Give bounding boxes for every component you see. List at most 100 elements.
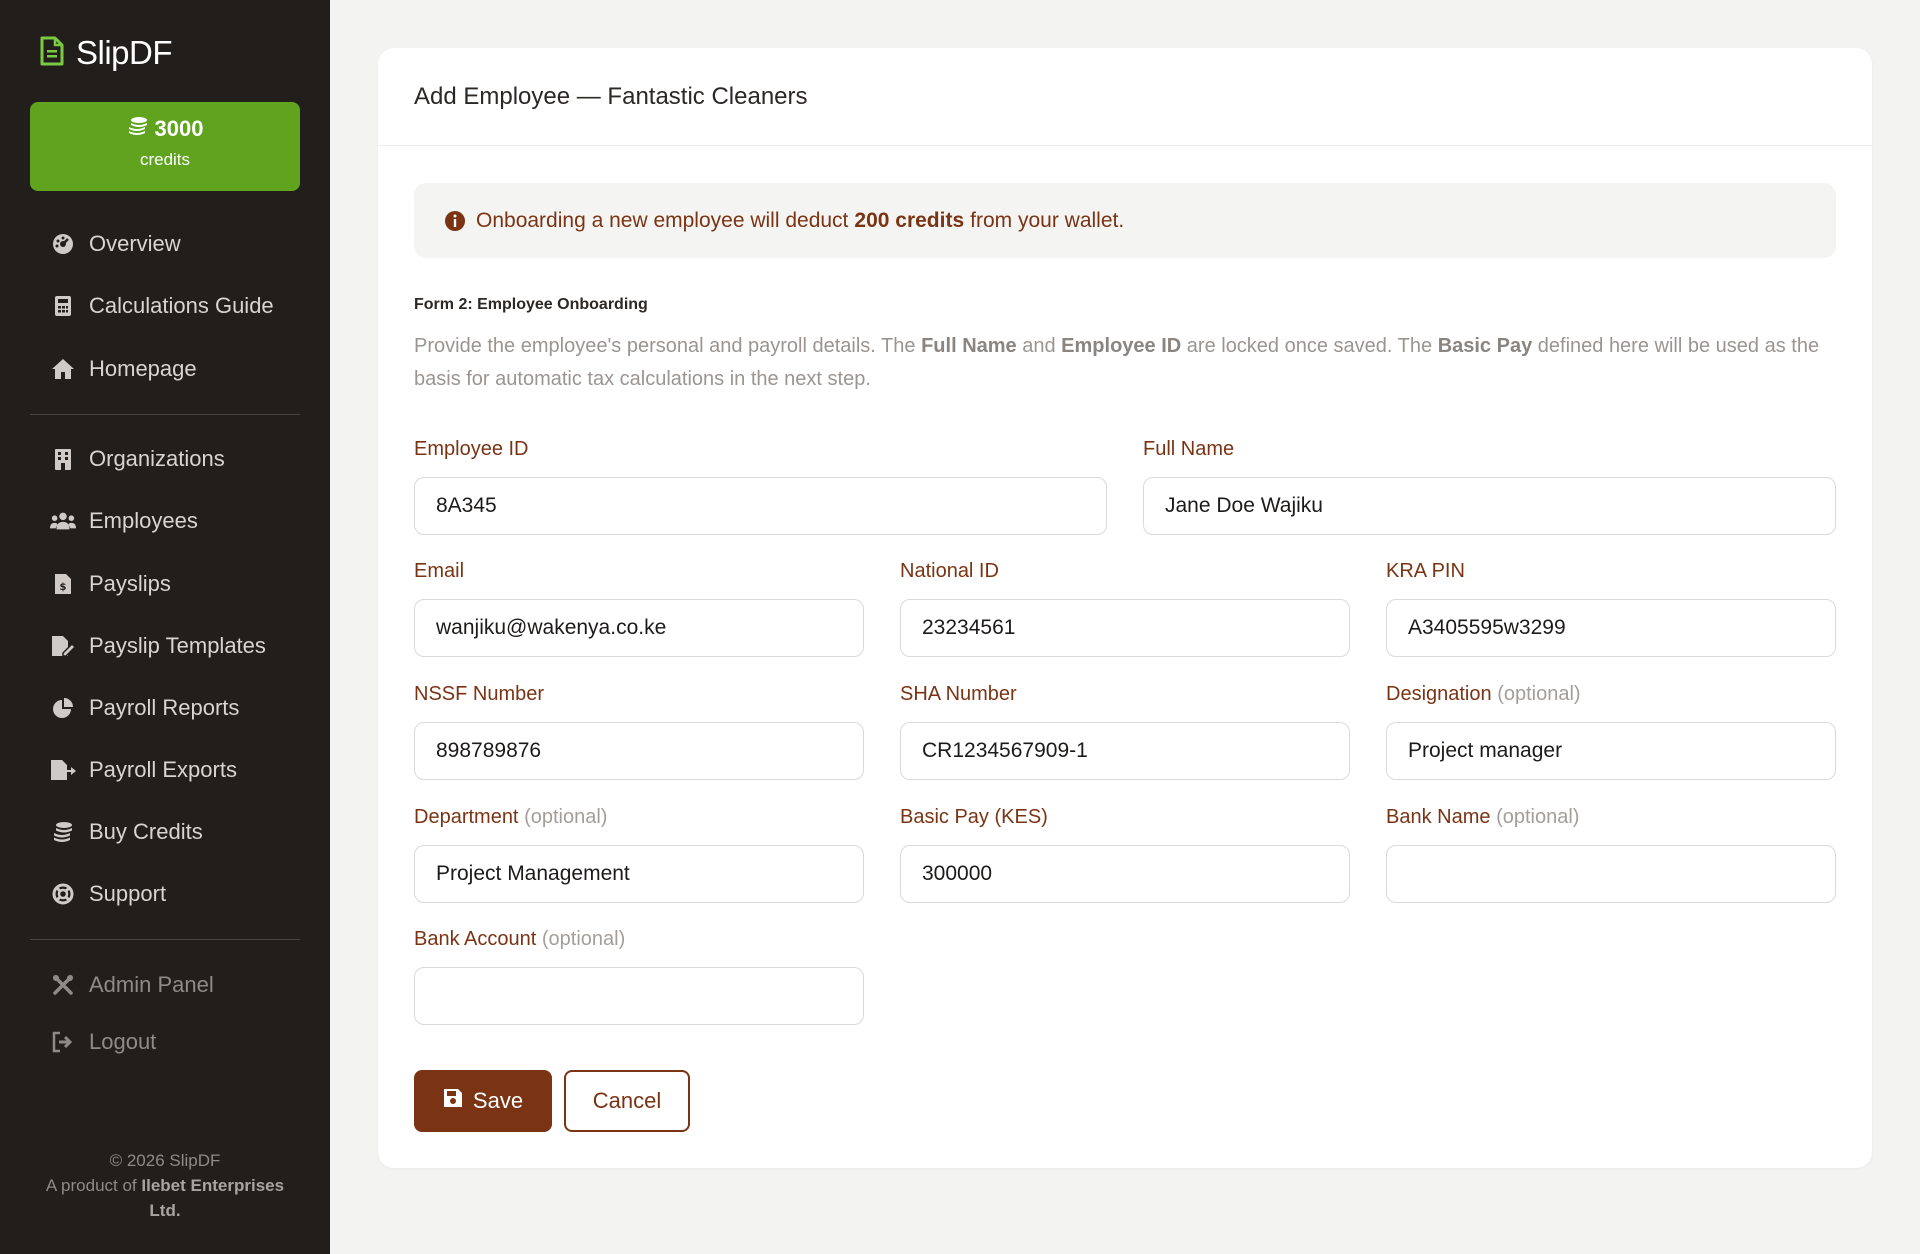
sidebar-item-admin-panel[interactable]: Admin Panel bbox=[50, 970, 214, 1000]
save-label: Save bbox=[472, 1088, 524, 1113]
full-name-input[interactable]: Jane Doe Wajiku bbox=[1143, 477, 1836, 535]
nssf-number-field: NSSF Number 898789876 bbox=[414, 683, 864, 780]
tools-icon bbox=[50, 972, 76, 998]
employee-id-field: Employee ID 8A345 bbox=[414, 438, 1107, 535]
sidebar-divider bbox=[30, 414, 300, 415]
credits-amount: 3000 bbox=[154, 116, 204, 141]
designation-input[interactable]: Project manager bbox=[1386, 722, 1836, 780]
cancel-button[interactable]: Cancel bbox=[564, 1070, 690, 1132]
credit-notice: Onboarding a new employee will deduct 20… bbox=[414, 183, 1836, 258]
field-label: KRA PIN bbox=[1386, 560, 1465, 582]
users-icon bbox=[50, 508, 76, 534]
optional-hint: (optional) bbox=[1496, 806, 1580, 828]
email-input[interactable]: wanjiku@wakenya.co.ke bbox=[414, 599, 864, 657]
sidebar-item-label: Payslips bbox=[89, 571, 171, 596]
sidebar-item-overview[interactable]: Overview bbox=[50, 229, 181, 259]
optional-hint: (optional) bbox=[524, 806, 608, 828]
document-icon bbox=[40, 36, 64, 71]
save-button[interactable]: Save bbox=[414, 1070, 552, 1132]
field-label: Designation (optional) bbox=[1386, 683, 1581, 705]
info-icon bbox=[444, 210, 466, 232]
sidebar: SlipDF 3000 credits Overview Calculation… bbox=[0, 0, 330, 1254]
sidebar-item-payroll-reports[interactable]: Payroll Reports bbox=[50, 693, 239, 723]
sidebar-item-label: Support bbox=[89, 881, 167, 906]
sidebar-item-label: Admin Panel bbox=[89, 972, 214, 997]
employee-id-input[interactable]: 8A345 bbox=[414, 477, 1107, 535]
sidebar-item-label: Logout bbox=[89, 1029, 157, 1054]
sidebar-item-payroll-exports[interactable]: Payroll Exports bbox=[50, 755, 237, 785]
optional-hint: (optional) bbox=[1497, 683, 1581, 705]
sidebar-item-label: Calculations Guide bbox=[89, 293, 274, 318]
sidebar-item-homepage[interactable]: Homepage bbox=[50, 354, 197, 384]
credits-badge[interactable]: 3000 credits bbox=[30, 102, 300, 191]
product-credit: A product of Ilebet Enterprises Ltd. bbox=[30, 1173, 300, 1223]
field-label: Email bbox=[414, 560, 465, 582]
kra-pin-field: KRA PIN A3405595w3299 bbox=[1386, 560, 1836, 657]
bank-account-input[interactable] bbox=[414, 967, 864, 1025]
bank-name-field: Bank Name (optional) bbox=[1386, 806, 1836, 903]
building-icon bbox=[50, 446, 76, 472]
dashboard-gauge-icon bbox=[50, 231, 76, 257]
bank-account-field: Bank Account (optional) bbox=[414, 928, 864, 1025]
basic-pay-input[interactable]: 300000 bbox=[900, 845, 1350, 903]
national-id-input[interactable]: 23234561 bbox=[900, 599, 1350, 657]
sha-number-input[interactable]: CR1234567909-1 bbox=[900, 722, 1350, 780]
field-label: NSSF Number bbox=[414, 683, 545, 705]
notice-text-end: from your wallet. bbox=[970, 208, 1125, 232]
optional-hint: (optional) bbox=[541, 928, 626, 950]
department-input[interactable]: Project Management bbox=[414, 845, 864, 903]
field-label: Bank Name (optional) bbox=[1386, 806, 1580, 828]
sidebar-item-label: Organizations bbox=[89, 446, 225, 471]
notice-text: Onboarding a new employee will deduct bbox=[476, 208, 849, 232]
sidebar-item-support[interactable]: Support bbox=[50, 879, 166, 909]
form-title: Form 2: Employee Onboarding bbox=[414, 296, 648, 313]
coins-icon bbox=[50, 819, 76, 845]
field-label: Full Name bbox=[1143, 438, 1235, 460]
product-prefix: A product of bbox=[45, 1176, 137, 1195]
calculator-icon bbox=[50, 293, 76, 319]
field-label: SHA Number bbox=[900, 683, 1017, 705]
basic-pay-field: Basic Pay (KES) 300000 bbox=[900, 806, 1350, 903]
kra-pin-input[interactable]: A3405595w3299 bbox=[1386, 599, 1836, 657]
file-export-icon bbox=[50, 757, 76, 783]
sidebar-divider bbox=[30, 939, 300, 940]
coins-icon bbox=[127, 116, 149, 142]
floppy-disk-icon bbox=[443, 1088, 463, 1114]
sidebar-item-payslip-templates[interactable]: Payslip Templates bbox=[50, 631, 266, 661]
sidebar-item-buy-credits[interactable]: Buy Credits bbox=[50, 817, 203, 847]
sidebar-item-logout[interactable]: Logout bbox=[50, 1027, 156, 1057]
sidebar-item-calculations-guide[interactable]: Calculations Guide bbox=[50, 291, 274, 321]
sidebar-item-label: Employees bbox=[89, 508, 198, 533]
sidebar-item-label: Payroll Exports bbox=[89, 757, 237, 782]
sidebar-item-label: Payroll Reports bbox=[89, 695, 240, 720]
sidebar-item-payslips[interactable]: $ Payslips bbox=[50, 569, 171, 599]
sidebar-item-employees[interactable]: Employees bbox=[50, 506, 198, 536]
national-id-field: National ID 23234561 bbox=[900, 560, 1350, 657]
sha-number-field: SHA Number CR1234567909-1 bbox=[900, 683, 1350, 780]
bank-name-input[interactable] bbox=[1386, 845, 1836, 903]
home-icon bbox=[50, 356, 76, 382]
company-name: Ilebet Enterprises Ltd. bbox=[141, 1176, 285, 1220]
lifebuoy-icon bbox=[50, 881, 76, 907]
sidebar-item-label: Overview bbox=[89, 231, 181, 256]
full-name-field: Full Name Jane Doe Wajiku bbox=[1143, 438, 1836, 535]
email-field: Email wanjiku@wakenya.co.ke bbox=[414, 560, 864, 657]
file-edit-icon bbox=[50, 633, 76, 659]
sidebar-item-organizations[interactable]: Organizations bbox=[50, 444, 225, 474]
sidebar-item-label: Homepage bbox=[89, 356, 197, 381]
sidebar-item-label: Payslip Templates bbox=[89, 633, 266, 658]
field-label: Department (optional) bbox=[414, 806, 608, 828]
nssf-number-input[interactable]: 898789876 bbox=[414, 722, 864, 780]
card-header: Add Employee — Fantastic Cleaners bbox=[378, 48, 1872, 146]
add-employee-card: Add Employee — Fantastic Cleaners Onboar… bbox=[378, 48, 1872, 1168]
brand-logo[interactable]: SlipDF bbox=[40, 34, 173, 72]
sidebar-footer: © 2026 SlipDF A product of Ilebet Enterp… bbox=[30, 1148, 300, 1223]
page-title: Add Employee — Fantastic Cleaners bbox=[414, 82, 808, 110]
form-description: Provide the employee's personal and payr… bbox=[414, 335, 1820, 390]
pie-chart-icon bbox=[50, 695, 76, 721]
designation-field: Designation (optional) Project manager bbox=[1386, 683, 1836, 780]
field-label: National ID bbox=[900, 560, 999, 582]
field-label: Basic Pay (KES) bbox=[900, 806, 1048, 828]
logout-icon bbox=[50, 1029, 76, 1055]
notice-credits: 200 credits bbox=[854, 208, 965, 232]
